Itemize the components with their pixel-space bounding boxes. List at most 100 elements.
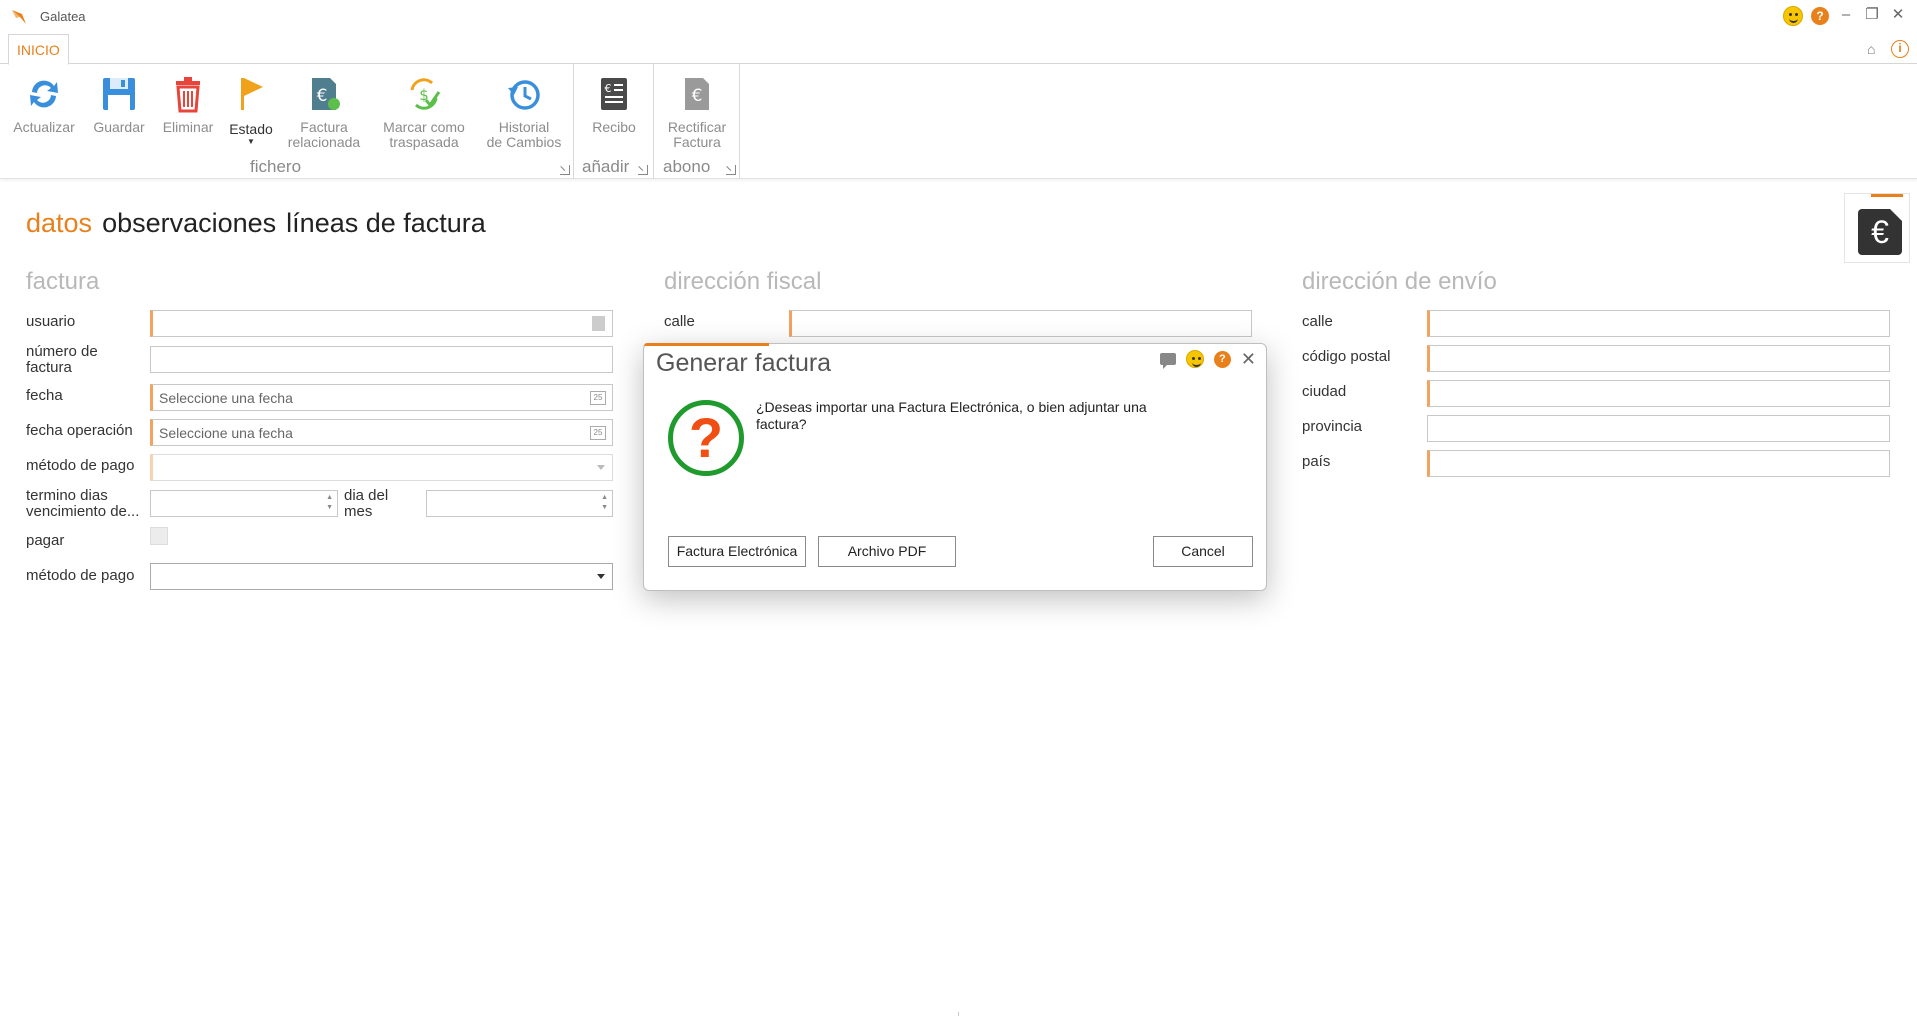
tab-datos[interactable]: datos [26,208,92,239]
envio-calle-field[interactable] [1427,310,1890,337]
group-label-fichero: fichero [250,157,302,176]
restore-button[interactable]: ❐ [1863,7,1881,25]
info-icon[interactable]: i [1891,40,1909,58]
ribbon-group-abono: € Rectificar Factura abono [654,64,740,179]
feedback-smiley-icon[interactable] [1185,350,1204,368]
section-title-direccion-envio: dirección de envío [1302,268,1497,295]
lookup-icon[interactable] [592,316,605,331]
guardar-label: Guardar [93,119,145,135]
label-dia-mes: dia del mes [344,487,389,520]
tab-inicio[interactable]: INICIO [8,34,69,65]
fecha-placeholder: Seleccione una fecha [159,390,293,406]
galatea-logo-icon [12,10,26,24]
label-provincia: provincia [1302,418,1363,435]
fiscal-calle-field[interactable] [789,310,1252,337]
svg-text:€: € [317,86,328,106]
tab-lineas-factura[interactable]: líneas de factura [286,208,486,239]
ciudad-field[interactable] [1427,380,1890,407]
label-pagar: pagar [26,532,65,549]
chevron-down-icon [597,574,605,579]
feedback-smiley-icon[interactable] [1783,6,1803,26]
metodo-pago-dropdown [150,454,613,481]
history-clock-icon [508,80,540,110]
factura-electronica-button[interactable]: Factura Electrónica [668,536,806,567]
fichero-launcher-icon[interactable] [560,165,570,175]
transfer-check-icon: $ [410,78,441,110]
pagar-checkbox[interactable] [150,527,168,545]
anadir-launcher-icon[interactable] [638,165,648,175]
pais-field[interactable] [1427,450,1890,477]
termino-dias-stepper[interactable]: ▲ ▼ [150,490,338,517]
comment-icon[interactable] [1159,353,1176,369]
actualizar-button[interactable]: Actualizar [10,74,78,135]
label-termino-dias: termino dias vencimiento de... [26,487,140,520]
eliminar-button[interactable]: Eliminar [158,74,218,135]
provincia-field[interactable] [1427,415,1890,442]
invoice-euro-icon: € [685,78,709,110]
marcar-label-1: Marcar como [383,119,465,135]
trash-icon [176,77,200,113]
stepper-arrows-icon[interactable]: ▲ ▼ [326,493,333,513]
ribbon: Actualizar Guardar Eliminar Estado ▼ € F… [0,64,1917,179]
usuario-field[interactable] [150,310,613,337]
recibo-button[interactable]: € Recibo [582,74,646,135]
group-label-abono: abono [663,157,711,176]
label-fecha-operacion: fecha operación [26,422,133,439]
fecha-operacion-field[interactable]: Seleccione una fecha 25 [150,419,613,446]
question-icon: ? [668,400,744,476]
invoice-type-badge: € [1844,193,1910,263]
label-fiscal-calle: calle [664,313,695,330]
minimize-button[interactable]: – [1837,7,1855,25]
dialog-title: Generar factura [656,349,832,377]
label-ciudad: ciudad [1302,383,1347,400]
cancel-button[interactable]: Cancel [1153,536,1253,567]
chevron-down-icon: ▼ [247,137,255,146]
calendar-icon[interactable]: 25 [590,426,606,440]
label-metodo-pago-2: método de pago [26,567,135,584]
section-title-factura: factura [26,268,100,295]
marcar-traspasada-button[interactable]: $ Marcar como traspasada [374,74,474,150]
historial-button[interactable]: Historial de Cambios [482,74,566,150]
estado-button[interactable]: Estado ▼ [224,74,278,147]
close-icon[interactable]: ✕ [1241,350,1256,368]
codigo-postal-field[interactable] [1427,345,1890,372]
app-title: Galatea [40,9,86,24]
save-icon [103,78,135,110]
numero-factura-field[interactable] [150,346,613,373]
archivo-pdf-button[interactable]: Archivo PDF [818,536,956,567]
receipt-icon: € [601,78,627,110]
historial-label-2: de Cambios [486,134,562,150]
label-numero-factura: número de factura [26,343,98,376]
stepper-arrows-icon[interactable]: ▲ ▼ [601,493,608,513]
guardar-button[interactable]: Guardar [88,74,150,135]
linked-invoice-icon: € [312,78,340,110]
label-metodo-pago: método de pago [26,457,135,474]
dia-mes-stepper[interactable]: ▲ ▼ [426,490,613,517]
ribbon-tabbar: INICIO ⌂ i [0,32,1917,65]
home-icon[interactable]: ⌂ [1867,42,1881,56]
ribbon-group-fichero: Actualizar Guardar Eliminar Estado ▼ € F… [0,64,574,179]
rectificar-label-2: Factura [673,134,721,150]
section-title-direccion-fiscal: dirección fiscal [664,268,822,295]
factura-relacionada-label-2: relacionada [287,134,361,150]
rectificar-factura-button[interactable]: € Rectificar Factura [660,74,734,150]
fecha-field[interactable]: Seleccione una fecha 25 [150,384,613,411]
factura-relacionada-button[interactable]: € Factura relacionada [284,74,364,150]
tab-observaciones[interactable]: observaciones [102,208,276,239]
metodo-pago-2-dropdown[interactable] [150,563,613,590]
label-pais: país [1302,453,1331,470]
historial-label-1: Historial [498,119,550,135]
label-codigo-postal: código postal [1302,348,1391,365]
content-tabs: datos observaciones líneas de factura [26,208,486,239]
abono-launcher-icon[interactable] [726,165,736,175]
chevron-down-icon [597,465,605,470]
eliminar-label: Eliminar [162,119,214,135]
close-window-button[interactable]: ✕ [1889,7,1907,25]
help-icon[interactable]: ? [1811,7,1829,25]
recibo-label: Recibo [592,119,636,135]
factura-relacionada-label-1: Factura [300,119,348,135]
rectificar-label-1: Rectificar [667,119,727,135]
divider [958,1012,959,1016]
calendar-icon[interactable]: 25 [590,391,606,405]
help-icon[interactable]: ? [1213,350,1231,368]
